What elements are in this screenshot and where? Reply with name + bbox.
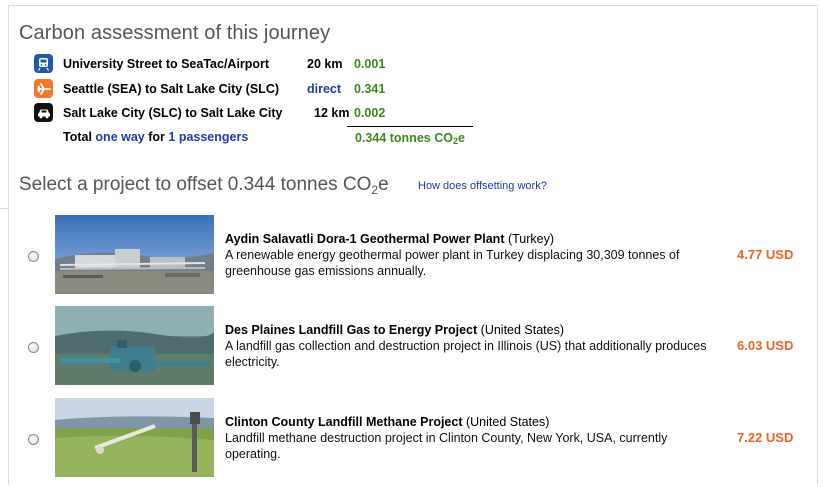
project-option: Des Plaines Landfill Gas to Energy Proje…	[0, 305, 820, 395]
total-for-text: for	[148, 130, 165, 144]
page-title: Carbon assessment of this journey	[19, 22, 331, 44]
divider	[0, 208, 9, 209]
project-radio[interactable]	[28, 434, 39, 445]
project-thumbnail-landfill-methane	[55, 398, 214, 477]
leg-distance: direct	[307, 82, 342, 96]
project-radio[interactable]	[28, 342, 39, 353]
train-icon	[34, 54, 53, 73]
plane-icon	[34, 79, 53, 98]
project-option: Aydin Salavatli Dora-1 Geothermal Power …	[0, 214, 820, 304]
leg-route: University Street to SeaTac/Airport	[63, 57, 270, 71]
leg-route: Salt Lake City (SLC) to Salt Lake City	[63, 106, 283, 120]
total-co2: 0.344 tonnes CO2e	[355, 131, 465, 146]
project-price: 4.77 USD	[737, 247, 794, 262]
trip-type-link[interactable]: one way	[95, 130, 144, 144]
project-price: 7.22 USD	[737, 430, 794, 445]
leg-co2: 0.002	[354, 106, 386, 120]
project-description: A landfill gas collection and destructio…	[225, 339, 707, 369]
project-description: A renewable energy geothermal power plan…	[225, 248, 680, 278]
project-title: Clinton County Landfill Methane Project …	[225, 415, 550, 429]
leg-distance: 20 km	[307, 57, 343, 71]
passengers-link[interactable]: 1 passengers	[168, 130, 248, 144]
total-divider	[347, 126, 473, 127]
project-thumbnail-geothermal	[55, 215, 214, 294]
select-project-heading: Select a project to offset 0.344 tonnes …	[19, 174, 389, 197]
project-title: Des Plaines Landfill Gas to Energy Proje…	[225, 323, 565, 337]
leg-distance: 12 km	[314, 106, 350, 120]
total-summary: Total one way for 1 passengers	[63, 130, 248, 144]
project-description: Landfill methane destruction project in …	[225, 431, 668, 461]
project-thumbnail-landfill-gas	[55, 306, 214, 385]
leg-route: Seattle (SEA) to Salt Lake City (SLC)	[63, 82, 280, 96]
project-radio[interactable]	[28, 251, 39, 262]
total-label: Total	[63, 130, 92, 144]
project-title: Aydin Salavatli Dora-1 Geothermal Power …	[225, 232, 555, 246]
how-offsetting-works-link[interactable]: How does offsetting work?	[418, 180, 547, 192]
leg-co2: 0.341	[354, 82, 386, 96]
leg-co2: 0.001	[354, 57, 386, 71]
project-option: Clinton County Landfill Methane Project …	[0, 397, 820, 487]
project-price: 6.03 USD	[737, 338, 794, 353]
car-icon	[34, 103, 53, 122]
